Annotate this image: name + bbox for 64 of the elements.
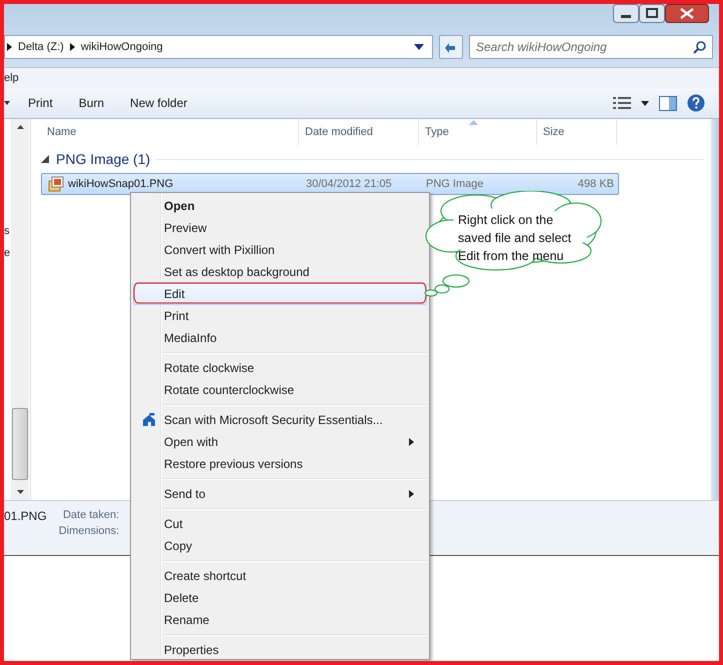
nav-item[interactable]: s <box>4 225 10 237</box>
group-header[interactable]: PNG Image (1) <box>56 151 150 167</box>
table-cell-text: PNG Image <box>425 178 484 190</box>
house-flag-icon <box>142 413 156 427</box>
column-header[interactable]: Date modified <box>299 119 419 145</box>
submenu-arrow-icon <box>409 490 414 498</box>
callout-text: Right click on the saved file and select Edit from the menu <box>458 212 572 265</box>
file-row[interactable]: wikiHowSnap01.PNG 30/04/2012 21:05 PNG Image 498 KB <box>41 173 619 195</box>
menu-item[interactable]: elp <box>4 72 19 84</box>
window-controls-drawing[interactable] <box>613 4 709 24</box>
chevron-icon[interactable] <box>70 43 75 51</box>
menu-item[interactable]: Create shortcut <box>133 565 427 587</box>
column-header[interactable]: Type <box>419 119 537 145</box>
breadcrumb[interactable]: Delta (Z:) <box>18 41 64 53</box>
file-name: wikiHowSnap01.PNG <box>68 178 174 190</box>
table-cell-text: 30/04/2012 21:05 <box>305 178 393 190</box>
menu-item[interactable]: Rename <box>133 609 427 631</box>
nav-item[interactable]: e <box>4 247 10 259</box>
menu-item[interactable]: Send to <box>133 483 427 505</box>
menu-item[interactable]: Edit <box>133 283 427 305</box>
search-field[interactable]: Search wikiHowOngoing <box>469 35 713 59</box>
help-icon[interactable] <box>687 94 705 112</box>
table-cell-text: 498 KB <box>576 178 615 190</box>
image-file-icon <box>48 176 64 192</box>
menu-item[interactable]: Rotate clockwise <box>133 357 427 379</box>
menu-item[interactable]: Restore previous versions <box>133 453 427 475</box>
address-bar[interactable]: Delta (Z:) wikiHowOngoing <box>4 35 433 59</box>
details-file-name: 01.PNG <box>4 509 47 525</box>
menu-item[interactable]: Set as desktop background <box>133 261 427 283</box>
menu-item[interactable]: Copy <box>133 535 427 557</box>
menu-item[interactable]: Preview <box>133 217 427 239</box>
menu-item[interactable]: Open with <box>133 431 427 453</box>
column-header[interactable]: Size <box>537 119 617 145</box>
scrollbar[interactable] <box>11 119 29 500</box>
menu-item[interactable]: Open <box>133 195 427 217</box>
menu-item[interactable]: Convert with Pixillion <box>133 239 427 261</box>
search-icon[interactable] <box>693 40 707 54</box>
submenu-arrow-icon <box>409 438 414 446</box>
menu-item[interactable]: Print <box>133 305 427 327</box>
menu-item[interactable]: Rotate counterclockwise <box>133 379 427 401</box>
dropdown-icon[interactable] <box>414 44 424 50</box>
refresh-button[interactable] <box>439 35 463 59</box>
caret-icon[interactable] <box>4 101 10 105</box>
toolbar-button[interactable]: Print <box>20 93 61 113</box>
scrollbar[interactable] <box>711 119 719 500</box>
column-header[interactable]: Name <box>41 119 299 145</box>
scroll-down-icon[interactable] <box>16 490 24 494</box>
property-label: Dimensions: <box>58 525 120 537</box>
breadcrumb[interactable]: wikiHowOngoing <box>80 41 163 53</box>
toolbar-button[interactable]: New folder <box>122 93 196 113</box>
property-label: Date taken: <box>62 509 120 521</box>
menu-item[interactable]: Delete <box>133 587 427 609</box>
caret-icon[interactable] <box>641 100 649 106</box>
view-list-icon[interactable] <box>613 97 631 109</box>
menu-item[interactable]: Properties <box>133 639 427 661</box>
scroll-thumb[interactable] <box>12 408 28 480</box>
preview-pane-icon[interactable] <box>659 96 677 110</box>
menu-item[interactable]: MediaInfo <box>133 327 427 349</box>
toolbar-button[interactable]: Burn <box>70 93 112 113</box>
scroll-up-icon[interactable] <box>16 125 24 129</box>
menu-item[interactable]: Cut <box>133 513 427 535</box>
chevron-icon[interactable] <box>7 43 12 51</box>
collapse-icon[interactable] <box>41 155 49 163</box>
menu-item[interactable]: Scan with Microsoft Security Essentials... <box>133 409 427 431</box>
